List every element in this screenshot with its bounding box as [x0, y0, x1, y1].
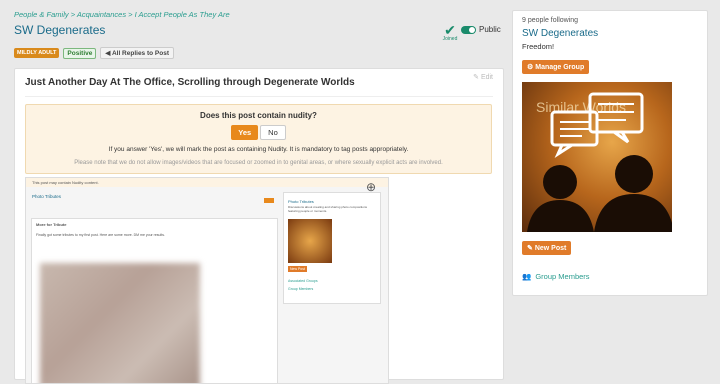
group-sidebar: 9 people following SW Degenerates Freedo…	[512, 10, 708, 296]
joined-label: Joined	[442, 36, 458, 42]
screenshot-side-card: Photo Tributes Discussions about creatin…	[283, 192, 381, 304]
group-members-label: Group Members	[535, 272, 590, 281]
positive-badge: Positive	[63, 47, 97, 59]
no-button[interactable]: No	[260, 125, 286, 140]
checkmark-icon: ✔	[444, 22, 456, 38]
visibility-toggle[interactable]: Public	[461, 25, 501, 34]
sidebar-group-name[interactable]: SW Degenerates	[522, 28, 598, 39]
manage-group-button[interactable]: ⚙ Manage Group	[522, 60, 590, 74]
post-badges: MILDLY ADULT Positive ◀ All Replies to P…	[14, 47, 175, 59]
screenshot-new-post-button: New Post	[288, 266, 307, 272]
people-icon: 👥	[522, 272, 532, 281]
megaphone-icon: ◀	[105, 50, 111, 57]
screenshot-side-title: Photo Tributes	[288, 199, 314, 204]
screenshot-post-text: Finally got some tributes to my first po…	[36, 233, 165, 237]
manage-group-label: Manage Group	[535, 64, 585, 71]
post-screenshot-image[interactable]: This post may contain Nudity content. ⊕ …	[25, 177, 389, 384]
following-count: 9 people following	[522, 17, 579, 24]
nudity-info-text: If you answer 'Yes', we will mark the po…	[108, 146, 409, 153]
yes-button[interactable]: Yes	[231, 125, 259, 140]
edit-link[interactable]: ✎ Edit	[473, 73, 493, 81]
breadcrumb[interactable]: People & Family > Acquaintances > I Acce…	[14, 10, 230, 19]
new-post-button[interactable]: ✎ New Post	[522, 241, 572, 255]
group-image-art: Similar Worlds	[527, 92, 672, 232]
edit-label: Edit	[480, 74, 493, 81]
group-tagline: Freedom!	[522, 42, 555, 51]
nudity-question: Does this post contain nudity?	[200, 111, 317, 120]
adult-badge: MILDLY ADULT	[14, 48, 60, 58]
toggle-switch-icon[interactable]	[461, 25, 476, 34]
screenshot-group-image	[288, 219, 332, 263]
screenshot-join-button	[264, 198, 274, 203]
visibility-label: Public	[479, 25, 501, 34]
pencil-icon: ✎	[473, 74, 479, 81]
pencil-icon: ✎	[527, 245, 533, 252]
new-post-label: New Post	[534, 245, 567, 252]
screenshot-warning: This post may contain Nudity content.	[26, 178, 388, 187]
all-replies-button[interactable]: ◀ All Replies to Post	[100, 47, 175, 59]
screenshot-post-title: More for Tribute	[36, 222, 67, 227]
group-members-link[interactable]: 👥 Group Members	[522, 272, 590, 281]
post-title: Just Another Day At The Office, Scrollin…	[25, 77, 355, 88]
gear-icon: ⚙	[527, 64, 534, 71]
group-image: Similar Worlds	[522, 82, 672, 232]
nudity-prompt: Does this post contain nudity? Yes No If…	[25, 104, 492, 174]
screenshot-link-associated: Associated Groups	[288, 279, 318, 283]
joined-status[interactable]: ✔ Joined	[440, 22, 460, 42]
screenshot-link-members: Group Members	[288, 287, 314, 291]
all-replies-label: All Replies to Post	[111, 50, 170, 57]
page-title: SW Degenerates	[14, 23, 106, 37]
nudity-choice-group: Yes No	[26, 125, 491, 140]
screenshot-side-text: Discussions about creating and sharing p…	[288, 205, 368, 213]
screenshot-group-name: Photo Tributes	[32, 194, 62, 199]
divider	[25, 96, 493, 97]
nudity-note-text: Please note that we do not allow images/…	[74, 160, 443, 166]
post-card: Just Another Day At The Office, Scrollin…	[14, 68, 504, 384]
